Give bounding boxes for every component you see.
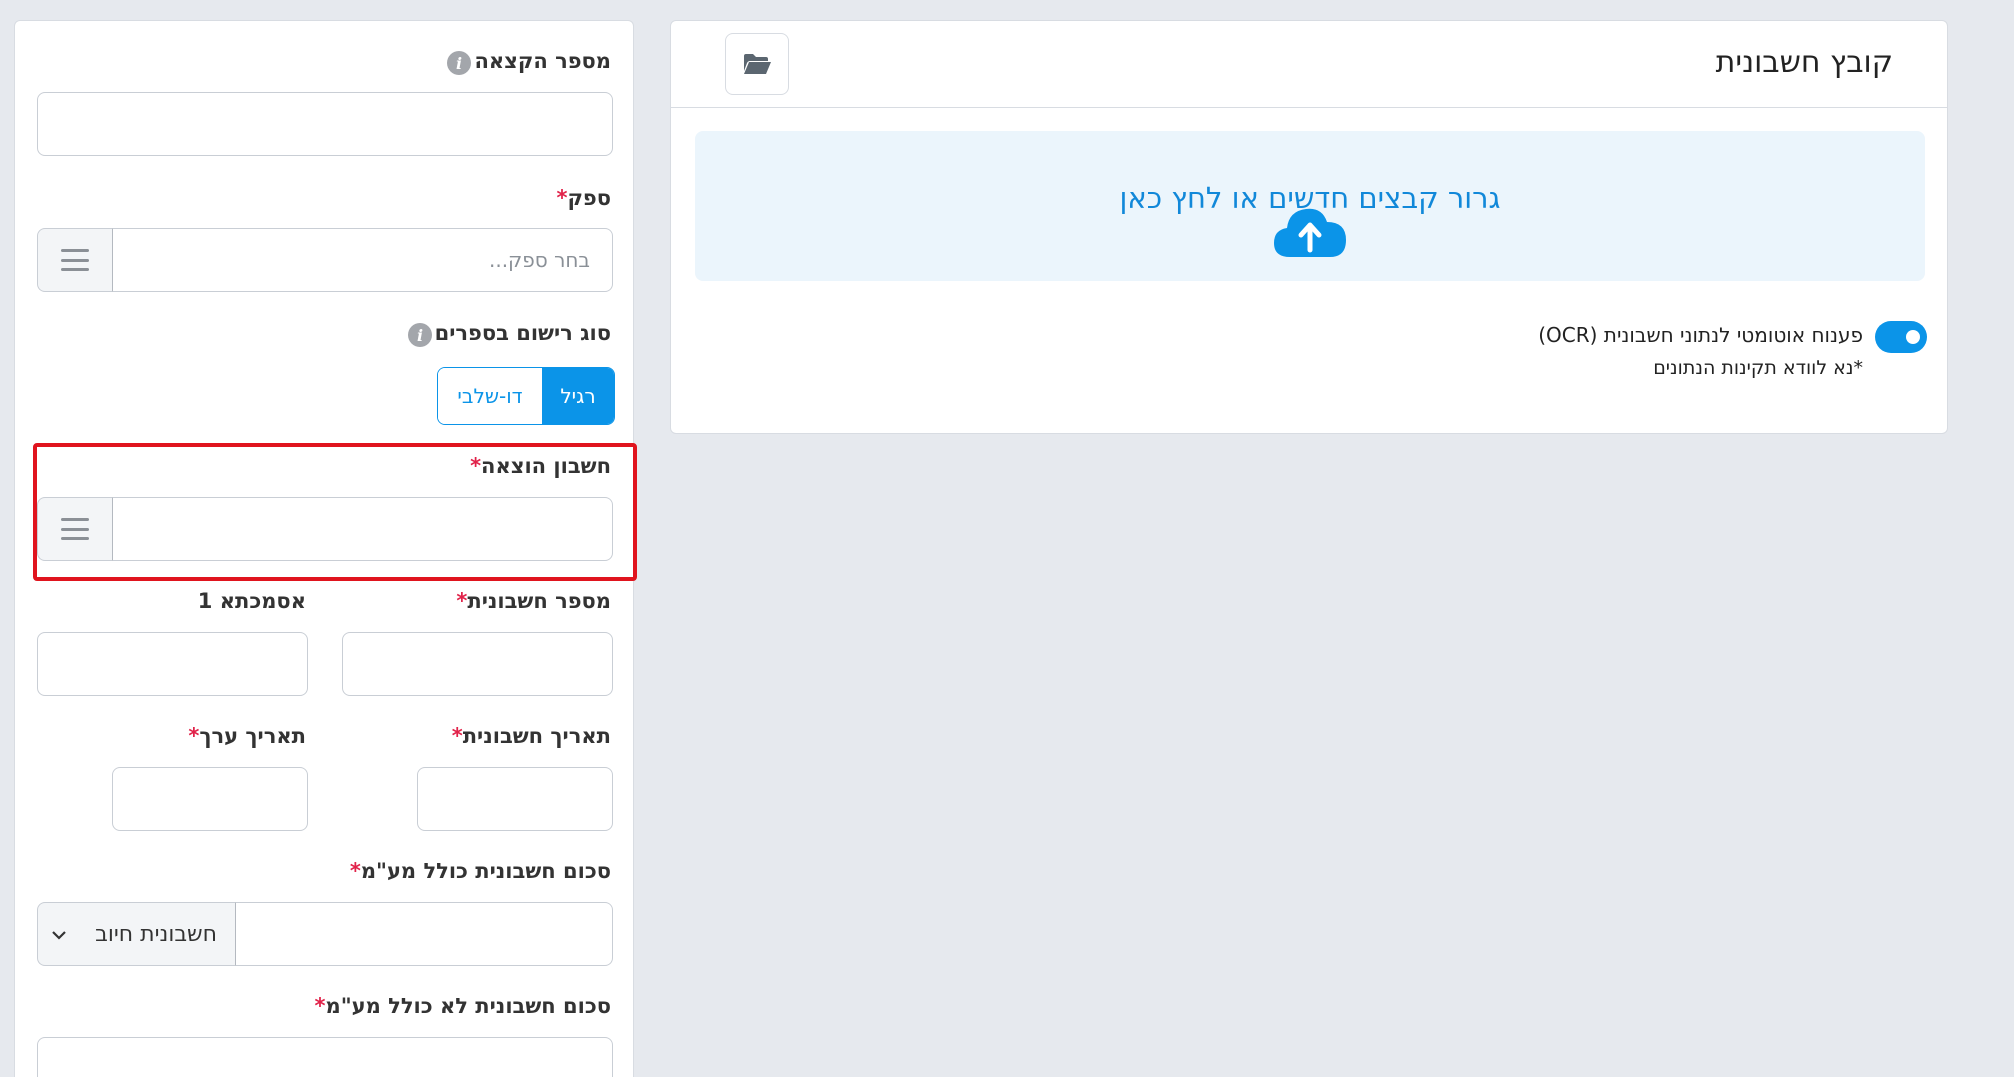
browse-files-button[interactable] [725, 33, 789, 95]
expense-account-highlight [33, 443, 637, 581]
value-date-label: תאריך ערך* [188, 724, 306, 748]
cloud-upload-icon [1274, 208, 1346, 257]
booking-type-toggle: רגיל דו-שלבי [437, 367, 615, 425]
amount-excl-vat-input[interactable] [37, 1037, 613, 1077]
allocation-number-label: מספר הקצאה [474, 49, 611, 73]
supplier-label: ספק* [556, 186, 611, 210]
amount-incl-vat-input[interactable] [235, 902, 613, 966]
chevron-down-icon [52, 925, 66, 944]
reference1-input[interactable] [37, 632, 308, 696]
file-dropzone[interactable]: גרור קבצים חדשים או לחץ כאן [695, 131, 1925, 281]
ocr-label: פענוח אוטומטי לנתוני חשבונית (OCR) [1538, 323, 1863, 347]
booking-type-regular[interactable]: רגיל [542, 368, 614, 424]
invoice-type-select[interactable]: חשבונית חיוב [37, 902, 235, 966]
supplier-list-button[interactable] [37, 228, 112, 292]
invoice-number-label: מספר חשבונית* [456, 589, 611, 613]
booking-type-label: סוג רישום בספרים [434, 321, 611, 345]
allocation-number-input[interactable] [37, 92, 613, 156]
supplier-placeholder: בחר ספק... [488, 248, 590, 272]
amount-incl-vat-label: סכום חשבונית כולל מע"מ* [349, 859, 611, 883]
list-icon [61, 249, 89, 271]
value-date-input[interactable] [112, 767, 308, 831]
ocr-toggle[interactable] [1875, 321, 1927, 353]
supplier-input[interactable]: בחר ספק... [112, 228, 613, 292]
invoice-date-input[interactable] [417, 767, 613, 831]
invoice-type-value: חשבונית חיוב [95, 921, 217, 947]
upload-panel-header: קובץ חשבונית [671, 21, 1947, 108]
reference1-label: אסמכתא 1 [197, 589, 306, 613]
info-icon[interactable]: i [447, 51, 471, 75]
upload-panel-title: קובץ חשבונית [1715, 45, 1893, 80]
amount-excl-vat-label: סכום חשבונית לא כולל מע"מ* [314, 994, 611, 1018]
ocr-toggle-knob [1906, 330, 1920, 344]
info-icon[interactable]: i [408, 323, 432, 347]
invoice-date-label: תאריך חשבונית* [451, 724, 611, 748]
ocr-note: *נא לוודא תקינות הנתונים [1653, 357, 1863, 379]
booking-type-two-stage[interactable]: דו-שלבי [438, 368, 542, 424]
invoice-number-input[interactable] [342, 632, 613, 696]
invoice-file-panel: קובץ חשבונית גרור קבצים חדשים או לחץ כאן… [670, 20, 1948, 434]
folder-open-icon [744, 54, 771, 74]
